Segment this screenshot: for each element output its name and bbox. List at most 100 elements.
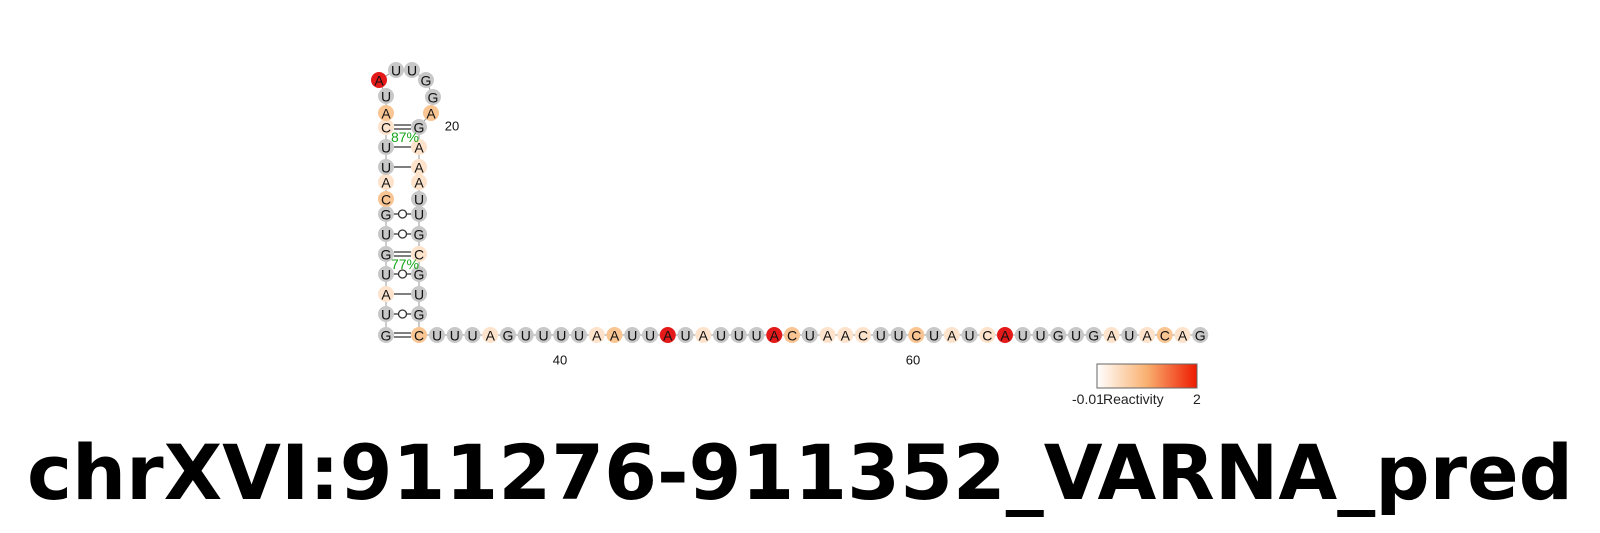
nucleotide-base: U <box>381 89 391 105</box>
nucleotide: U <box>411 191 427 208</box>
nucleotide-base: C <box>381 192 391 208</box>
nucleotide-base: A <box>841 328 851 344</box>
nucleotide-base: G <box>381 247 392 263</box>
base-pair <box>394 209 411 219</box>
nucleotide-base: U <box>538 328 548 344</box>
nucleotide-base: C <box>381 120 391 136</box>
nucleotide: A <box>378 174 394 191</box>
nucleotide-base: A <box>381 175 391 191</box>
nucleotide-base: U <box>381 227 391 243</box>
nucleotide: G <box>411 226 427 243</box>
nucleotide-base: U <box>680 328 690 344</box>
nucleotide-base: U <box>407 63 417 79</box>
nucleotide-base: A <box>592 328 602 344</box>
nucleotide-base: U <box>450 328 460 344</box>
nucleotide: U <box>748 327 765 344</box>
nucleotide-base: G <box>381 328 392 344</box>
nucleotide: U <box>378 159 394 176</box>
nucleotide-base: G <box>428 90 439 106</box>
base-pair-layer <box>394 124 411 338</box>
nucleotide: U <box>535 327 552 344</box>
nucleotide: A <box>378 105 394 122</box>
nucleotide: U <box>872 327 889 344</box>
nucleotide: U <box>1121 327 1138 344</box>
nucleotide: G <box>411 306 427 323</box>
nucleotide-base: A <box>486 328 496 344</box>
nucleotide: A <box>1174 327 1191 344</box>
base-pair <box>394 229 411 239</box>
nucleotide: C <box>855 327 871 344</box>
nucleotide-base: U <box>381 307 391 323</box>
nucleotide: U <box>464 327 481 344</box>
nucleotide: U <box>890 327 907 344</box>
nucleotide-base: G <box>381 207 392 223</box>
nucleotide-base: U <box>893 328 903 344</box>
nucleotide: U <box>429 327 445 344</box>
nucleotide: U <box>517 327 534 344</box>
nucleotide: U <box>926 327 942 344</box>
backbone-layer <box>378 69 1201 336</box>
nucleotide-base: U <box>751 328 761 344</box>
nucleotide: U <box>677 327 694 344</box>
nucleotide: U <box>1068 327 1084 344</box>
nucleotide-base: U <box>432 328 442 344</box>
nucleotide-base: A <box>823 328 833 344</box>
nucleotide: G <box>1050 327 1067 344</box>
base-pair <box>394 332 411 338</box>
nucleotide-base: U <box>521 328 531 344</box>
nucleotide: U <box>446 327 463 344</box>
nucleotide-base: C <box>982 328 992 344</box>
legend-min-label: -0.01 <box>1072 391 1104 407</box>
nucleotide-base: A <box>426 106 436 122</box>
nucleotide-base: A <box>414 160 424 176</box>
nucleotide: A <box>588 327 605 344</box>
nucleotide-base: U <box>1035 328 1045 344</box>
nucleotide: A <box>837 327 854 344</box>
nucleotide-base: A <box>1142 328 1152 344</box>
nucleotide: A <box>423 105 439 122</box>
nucleotide-base: A <box>947 328 957 344</box>
nucleotide-base: G <box>503 328 514 344</box>
nucleotide-base: C <box>787 328 797 344</box>
nucleotide: U <box>1032 327 1049 344</box>
pair-probability-label-lower: 77% <box>391 256 419 272</box>
nucleotide: A <box>659 327 676 344</box>
nucleotide: U <box>553 327 570 344</box>
nucleotide-base: A <box>1000 328 1010 344</box>
nucleotide-base: U <box>1124 328 1134 344</box>
nucleotide: A <box>411 174 427 191</box>
nucleotide: C <box>784 327 800 344</box>
reactivity-color-scale <box>1096 363 1198 389</box>
nucleotide: G <box>1085 327 1102 344</box>
nucleotide-base: U <box>734 328 744 344</box>
legend-title: Reactivity <box>1103 391 1164 407</box>
nucleotide: U <box>411 286 427 303</box>
rna-secondary-structure-diagram: GUAUGUGCAUUCAUAU UGGAGAAAUUGCGUGC U U U A G U U U… <box>371 62 1209 407</box>
nucleotide: G <box>378 327 394 344</box>
nucleotide-base: A <box>770 328 780 344</box>
pair-probability-label-upper: 87% <box>391 129 419 145</box>
nucleotide-base: G <box>414 227 425 243</box>
nucleotide-base: C <box>1160 328 1170 344</box>
nucleotide-base: U <box>627 328 637 344</box>
nucleotide-loop: U <box>388 62 404 79</box>
nucleotide-base: U <box>381 160 391 176</box>
nucleotide: A <box>378 286 394 303</box>
nucleotide-base: G <box>421 73 432 89</box>
nucleotide-base: U <box>1018 328 1028 344</box>
position-label-20: 20 <box>445 119 459 134</box>
nucleotide-base: A <box>610 328 620 344</box>
reactivity-legend: -0.01 Reactivity 2 <box>1072 363 1201 407</box>
nucleotide-base: U <box>556 328 566 344</box>
nucleotide: G <box>1192 327 1209 344</box>
nucleotide: A <box>1139 327 1155 344</box>
nucleotide-base: C <box>911 328 921 344</box>
nucleotide-base: U <box>805 328 815 344</box>
nucleotide-base: U <box>381 267 391 283</box>
nucleotide: U <box>801 327 818 344</box>
nucleotide: A <box>606 327 623 344</box>
nucleotide: U <box>571 327 587 344</box>
nucleotide: A <box>943 327 960 344</box>
nucleotide-base: G <box>1053 328 1064 344</box>
nucleotide: C <box>1156 327 1173 344</box>
